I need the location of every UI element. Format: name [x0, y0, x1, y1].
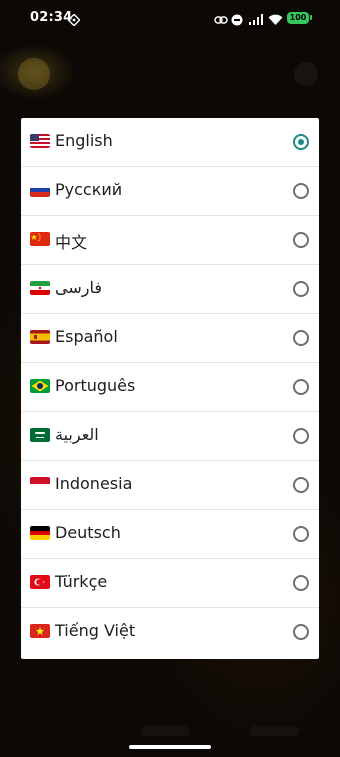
bottom-bar-item [140, 726, 190, 736]
language-label: English [55, 131, 113, 150]
radio-button[interactable] [293, 379, 309, 395]
language-option-vietnamese[interactable]: Tiếng Việt [21, 608, 319, 657]
home-indicator[interactable] [129, 745, 211, 749]
radio-button[interactable] [293, 281, 309, 297]
language-dialog: English Русский 中文 فارسی Español Portugu… [21, 118, 319, 659]
saudi-arabia-flag-icon [30, 428, 50, 442]
language-option-persian[interactable]: فارسی [21, 265, 319, 314]
language-option-russian[interactable]: Русский [21, 167, 319, 216]
bottom-bar-item [250, 726, 300, 736]
nfc-icon [67, 11, 81, 30]
avatar [18, 58, 50, 90]
iran-flag-icon [30, 281, 50, 295]
menu-icon [294, 62, 318, 86]
status-time: 02:34 [30, 10, 73, 25]
language-option-german[interactable]: Deutsch [21, 510, 319, 559]
language-label: العربية [55, 425, 99, 444]
language-label: Tiếng Việt [55, 621, 136, 640]
link-icon [214, 11, 228, 30]
brazil-flag-icon [30, 379, 50, 393]
china-flag-icon [30, 232, 50, 246]
germany-flag-icon [30, 526, 50, 540]
language-option-arabic[interactable]: العربية [21, 412, 319, 461]
radio-button[interactable] [293, 526, 309, 542]
us-flag-icon [30, 134, 50, 148]
radio-button[interactable] [293, 575, 309, 591]
language-label: Türkçe [55, 572, 108, 591]
radio-button[interactable] [293, 477, 309, 493]
language-label: Español [55, 327, 118, 346]
battery-tip [310, 15, 312, 20]
turkey-flag-icon [30, 575, 50, 589]
language-label: Deutsch [55, 523, 121, 542]
language-option-english[interactable]: English [21, 118, 319, 167]
signal-icon [248, 11, 264, 30]
spain-flag-icon [30, 330, 50, 344]
language-label: 中文 [55, 233, 88, 252]
radio-button[interactable] [293, 624, 309, 640]
language-label: فارسی [55, 278, 102, 297]
radio-button[interactable] [293, 183, 309, 199]
russia-flag-icon [30, 183, 50, 197]
language-label: Русский [55, 180, 123, 199]
language-option-portuguese[interactable]: Português [21, 363, 319, 412]
radio-button[interactable] [293, 232, 309, 248]
language-label: Indonesia [55, 474, 133, 493]
radio-button[interactable] [293, 428, 309, 444]
status-bar: 02:34 100 [0, 0, 340, 36]
vietnam-flag-icon [30, 624, 50, 638]
language-label: Português [55, 376, 136, 395]
indonesia-flag-icon [30, 477, 50, 491]
radio-button-selected[interactable] [293, 134, 309, 150]
language-option-turkish[interactable]: Türkçe [21, 559, 319, 608]
do-not-disturb-icon [231, 11, 243, 30]
radio-button[interactable] [293, 330, 309, 346]
language-option-spanish[interactable]: Español [21, 314, 319, 363]
language-option-chinese[interactable]: 中文 [21, 216, 319, 265]
battery-icon: 100 [287, 12, 309, 24]
wifi-icon [268, 11, 283, 30]
language-option-indonesian[interactable]: Indonesia [21, 461, 319, 510]
